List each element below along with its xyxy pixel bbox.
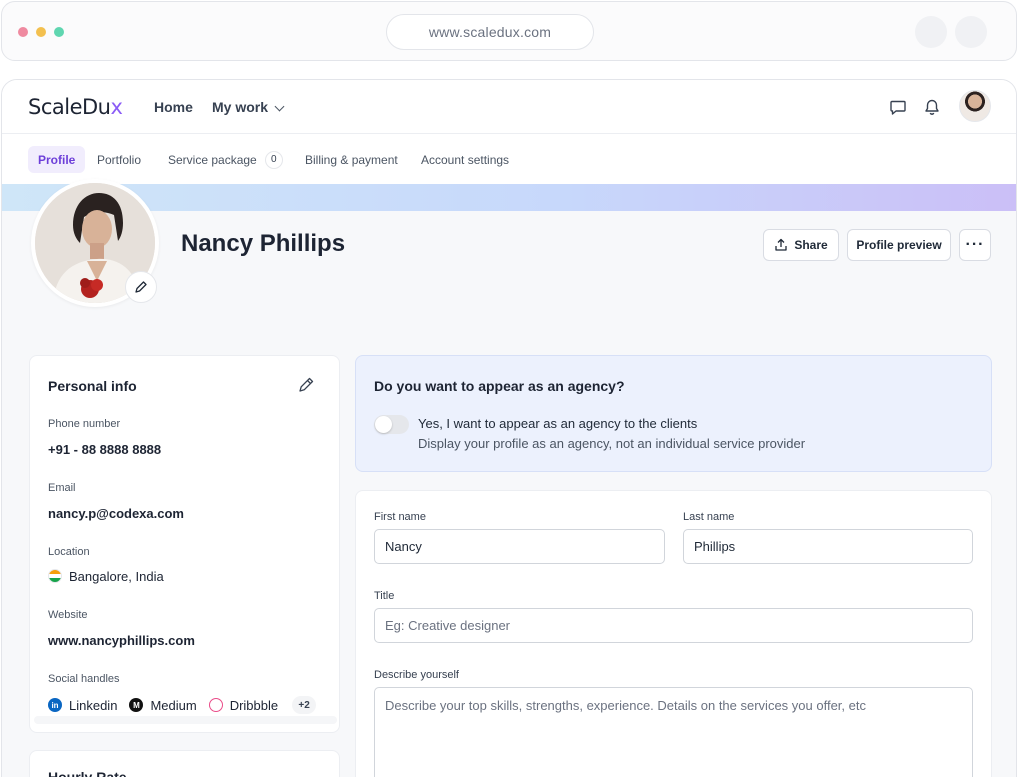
tab-billing-label: Billing & payment <box>305 152 398 167</box>
bell-icon[interactable] <box>922 97 942 117</box>
top-navigation: ScaleDux Home My work <box>2 80 1016 134</box>
maximize-window-dot[interactable] <box>54 27 64 37</box>
browser-extension-button[interactable] <box>915 16 947 48</box>
location-text: Bangalore, India <box>69 569 164 584</box>
personal-info-title: Personal info <box>48 378 137 394</box>
phone-value: +91 - 88 8888 8888 <box>48 442 162 457</box>
first-name-field[interactable] <box>374 529 665 564</box>
more-social-badge[interactable]: +2 <box>292 696 317 714</box>
website-link[interactable]: www.nancyphillips.com <box>48 633 195 648</box>
linkedin-icon: in <box>48 698 62 712</box>
email-value: nancy.p@codexa.com <box>48 506 184 521</box>
social-handles-label: Social handles <box>48 673 120 685</box>
tab-service-package-label: Service package <box>168 152 257 167</box>
social-medium-link[interactable]: Medium <box>150 698 196 713</box>
browser-window-bar: www.scaledux.com <box>1 1 1017 61</box>
title-field[interactable] <box>374 608 973 643</box>
chat-icon[interactable] <box>888 97 908 117</box>
agency-option-description: Display your profile as an agency, not a… <box>418 436 806 451</box>
tab-profile[interactable]: Profile <box>28 146 86 173</box>
edit-photo-button[interactable] <box>125 271 157 303</box>
share-label: Share <box>794 238 828 252</box>
last-name-field[interactable] <box>683 529 973 564</box>
close-window-dot[interactable] <box>18 27 28 37</box>
email-label: Email <box>48 482 76 494</box>
profile-name: Nancy Phillips <box>181 230 346 257</box>
medium-icon: M <box>129 698 144 712</box>
personal-info-card: Personal info Phone number +91 - 88 8888… <box>29 355 340 733</box>
tab-portfolio[interactable]: Portfolio <box>97 146 141 173</box>
social-dribbble-link[interactable]: Dribbble <box>230 698 278 713</box>
hourly-rate-title: Hourly Rate <box>48 769 127 777</box>
agency-toggle[interactable] <box>374 415 409 434</box>
minimize-window-dot[interactable] <box>36 27 46 37</box>
last-name-label: Last name <box>683 511 735 523</box>
social-linkedin-link[interactable]: Linkedin <box>69 698 117 713</box>
india-flag-icon <box>48 569 62 583</box>
share-icon <box>775 238 787 251</box>
hourly-rate-card: Hourly Rate <box>29 750 340 777</box>
tab-service-package[interactable]: Service package 0 <box>168 146 283 173</box>
title-label: Title <box>374 590 395 602</box>
first-name-label: First name <box>374 511 426 523</box>
user-avatar[interactable] <box>959 90 991 122</box>
phone-label: Phone number <box>48 418 121 430</box>
horizontal-scrollbar[interactable] <box>34 716 337 724</box>
agency-option-label: Yes, I want to appear as an agency to th… <box>418 416 698 431</box>
tab-portfolio-label: Portfolio <box>97 152 142 167</box>
website-label: Website <box>48 609 88 621</box>
agency-option-card: Do you want to appear as an agency? Yes,… <box>355 355 992 472</box>
profile-preview-button[interactable]: Profile preview <box>847 229 951 261</box>
dribbble-icon <box>208 698 223 712</box>
describe-yourself-field[interactable] <box>374 687 973 777</box>
share-button[interactable]: Share <box>763 229 839 261</box>
agency-question: Do you want to appear as an agency? <box>374 378 625 394</box>
nav-home-link[interactable]: Home <box>154 99 193 115</box>
profile-cover-banner <box>2 184 1016 211</box>
browser-profile-button[interactable] <box>955 16 987 48</box>
address-bar[interactable]: www.scaledux.com <box>386 14 594 50</box>
more-options-button[interactable]: ··· <box>959 229 991 261</box>
edit-personal-info-icon[interactable] <box>297 376 315 394</box>
nav-my-work-label: My work <box>212 99 269 115</box>
service-count-badge: 0 <box>264 150 283 169</box>
url-text: www.scaledux.com <box>428 24 552 40</box>
location-value: Bangalore, India <box>48 569 164 584</box>
logo-accent-letter: x <box>110 95 123 119</box>
tab-account-settings[interactable]: Account settings <box>421 146 509 173</box>
social-handles-list: in Linkedin M Medium Dribbble +2 <box>48 696 317 714</box>
app-window: ScaleDux Home My work Profile Portfolio … <box>1 79 1017 777</box>
tab-profile-label: Profile <box>38 152 76 167</box>
nav-my-work-dropdown[interactable]: My work <box>212 99 285 115</box>
profile-form-card: First name Last name Title Describe your… <box>355 490 992 777</box>
pencil-icon <box>135 281 147 293</box>
toggle-knob <box>375 416 392 433</box>
chevron-down-icon <box>274 101 285 112</box>
location-label: Location <box>48 546 90 558</box>
logo-text: ScaleDu <box>28 95 111 119</box>
tab-billing-payment[interactable]: Billing & payment <box>305 146 398 173</box>
scaledux-logo[interactable]: ScaleDux <box>28 95 123 119</box>
profile-tabs: Profile Portfolio Service package 0 Billi… <box>2 134 1016 184</box>
describe-label: Describe yourself <box>374 669 459 681</box>
tab-account-settings-label: Account settings <box>421 152 510 167</box>
